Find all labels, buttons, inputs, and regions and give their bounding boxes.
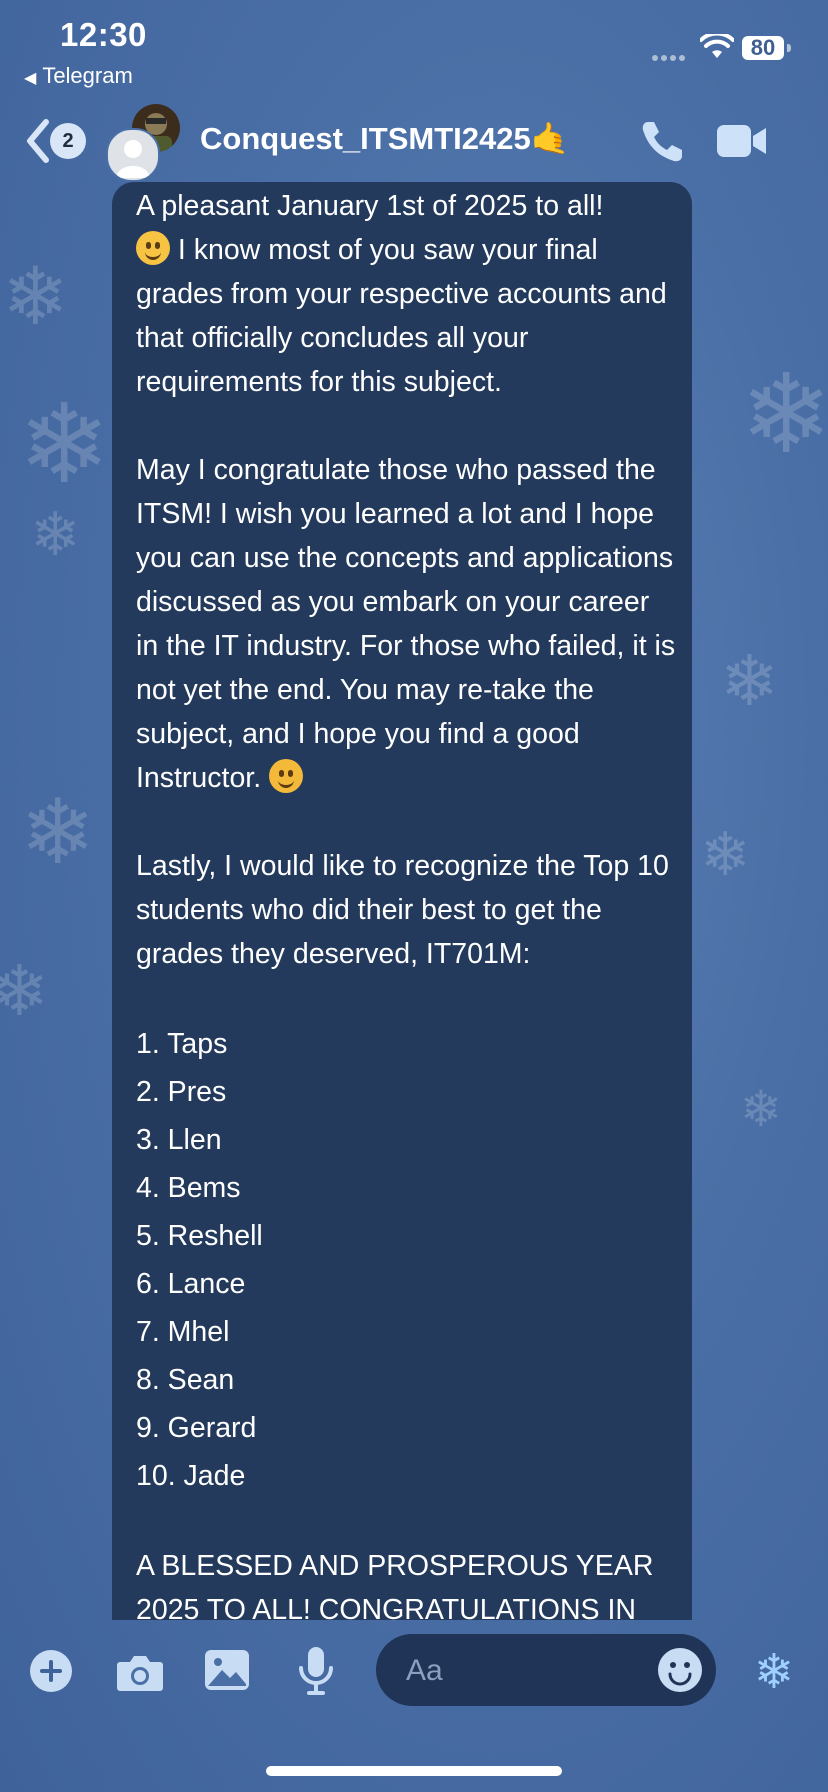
message-text: A pleasant January 1st of 2025 to all! I… xyxy=(136,184,676,1620)
camera-icon[interactable] xyxy=(116,1652,164,1692)
list-item: 4. Bems xyxy=(136,1172,241,1204)
snowflake-decoration-icon: ❄ xyxy=(30,500,81,570)
message-paragraph: May I congratulate those who passed the … xyxy=(136,454,676,794)
list-item: 1. Taps xyxy=(136,1028,228,1060)
smiling-face-icon xyxy=(269,759,304,793)
chat-title[interactable]: Conquest_ITSMTI2425🤙 xyxy=(200,120,569,157)
snowflake-decoration-icon: ❄ xyxy=(18,380,111,508)
back-app-label: Telegram xyxy=(42,63,133,88)
message-line: I know most of you saw your final grades… xyxy=(136,234,667,398)
message-bubble[interactable]: A pleasant January 1st of 2025 to all! I… xyxy=(112,182,692,1620)
list-item: 7. Mhel xyxy=(136,1316,230,1348)
list-item: 3. Llen xyxy=(136,1124,222,1156)
slightly-smiling-face-icon xyxy=(136,231,170,265)
video-camera-icon[interactable] xyxy=(716,124,768,158)
battery-tip xyxy=(787,44,791,52)
plus-icon[interactable] xyxy=(30,1650,72,1692)
list-item: 10. Jade xyxy=(136,1460,246,1492)
home-indicator xyxy=(266,1766,562,1776)
snowflake-sticker-icon[interactable]: ❄ xyxy=(748,1646,800,1698)
list-item: 2. Pres xyxy=(136,1076,227,1108)
top-students-list: 1. Taps 2. Pres 3. Llen 4. Bems 5. Reshe… xyxy=(136,1020,676,1500)
snowflake-decoration-icon: ❄ xyxy=(2,250,70,343)
wifi-icon xyxy=(700,34,734,58)
message-input[interactable] xyxy=(404,1650,628,1692)
emoji-icon[interactable] xyxy=(658,1648,702,1692)
list-item: 8. Sean xyxy=(136,1364,235,1396)
gallery-icon[interactable] xyxy=(204,1648,250,1692)
unread-count-badge[interactable]: 2 xyxy=(50,123,86,159)
snowflake-decoration-icon: ❄ xyxy=(0,950,49,1032)
battery-indicator: 80 xyxy=(742,36,784,60)
microphone-icon[interactable] xyxy=(298,1646,334,1696)
message-paragraph: Lastly, I would like to recognize the To… xyxy=(136,850,669,970)
back-triangle-icon: ◀ xyxy=(24,70,37,87)
snowflake-decoration-icon: ❄ xyxy=(20,780,96,885)
back-to-app-link[interactable]: ◀ Telegram xyxy=(24,63,133,89)
message-paragraph: A BLESSED AND PROSPEROUS YEAR 2025 TO AL… xyxy=(136,1550,654,1620)
list-item: 6. Lance xyxy=(136,1268,246,1300)
snowflake-decoration-icon: ❄ xyxy=(700,820,751,890)
snowflake-decoration-icon: ❄ xyxy=(740,350,828,478)
cellular-signal-icon xyxy=(652,48,692,61)
message-input-container[interactable] xyxy=(376,1634,716,1706)
phone-icon[interactable] xyxy=(640,118,688,164)
user-avatar[interactable] xyxy=(106,128,160,182)
snowflake-decoration-icon: ❄ xyxy=(720,640,779,722)
list-item: 5. Reshell xyxy=(136,1220,263,1252)
snowflake-decoration-icon: ❄ xyxy=(740,1080,782,1138)
message-line: A pleasant January 1st of 2025 to all! xyxy=(136,190,604,222)
list-item: 9. Gerard xyxy=(136,1412,257,1444)
status-time: 12:30 xyxy=(60,16,147,53)
